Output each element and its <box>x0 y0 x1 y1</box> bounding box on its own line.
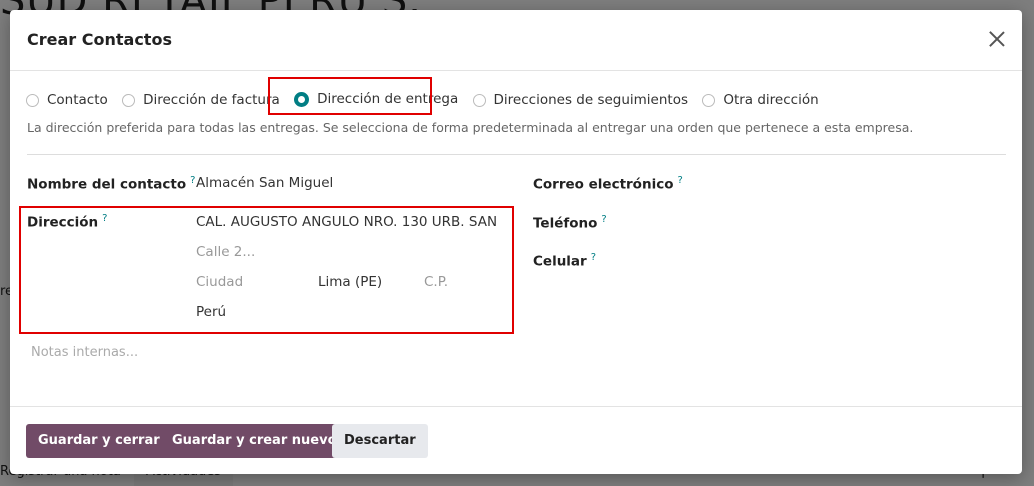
email-label: Correo electrónico? <box>533 175 683 193</box>
save-and-close-button[interactable]: Guardar y cerrar <box>26 424 172 458</box>
contact-name-label: Nombre del contacto? <box>27 175 196 193</box>
radio-direccion-factura[interactable]: Dirección de factura <box>122 91 280 109</box>
internal-notes-input[interactable]: Notas internas... <box>31 345 138 360</box>
modal-header: Crear Contactos <box>10 10 1022 71</box>
help-tooltip-icon[interactable]: ? <box>591 252 596 263</box>
radio-contacto[interactable]: Contacto <box>26 91 108 109</box>
address-highlight <box>19 206 514 334</box>
radio-label: Contacto <box>47 92 108 108</box>
address-type-help-text: La dirección preferida para todas las en… <box>27 120 914 135</box>
modal-title: Crear Contactos <box>27 30 172 49</box>
discard-button[interactable]: Descartar <box>332 424 428 458</box>
radio-direcciones-seguimientos[interactable]: Direcciones de seguimientos <box>472 91 689 109</box>
help-tooltip-icon[interactable]: ? <box>190 175 195 186</box>
create-contact-dialog: Crear Contactos Contacto Dirección de fa… <box>10 10 1022 474</box>
help-tooltip-icon[interactable]: ? <box>601 214 606 225</box>
radio-circle[interactable] <box>702 93 716 107</box>
mobile-label: Celular? <box>533 252 597 270</box>
delivery-address-highlight <box>268 77 432 115</box>
help-tooltip-icon[interactable]: ? <box>677 175 682 186</box>
save-and-new-button[interactable]: Guardar y crear nuevo <box>160 424 349 458</box>
radio-circle[interactable] <box>26 93 39 107</box>
close-icon[interactable] <box>986 28 1008 50</box>
radio-label: Direcciones de seguimientos <box>493 92 689 108</box>
divider <box>27 154 1006 155</box>
contact-name-input[interactable]: Almacén San Miguel <box>196 175 333 191</box>
radio-otra-direccion[interactable]: Otra dirección <box>702 91 819 109</box>
radio-circle[interactable] <box>122 93 136 107</box>
radio-circle[interactable] <box>472 93 486 107</box>
radio-label: Dirección de factura <box>143 92 280 108</box>
modal-footer-divider <box>10 406 1022 407</box>
radio-label: Otra dirección <box>723 92 819 108</box>
phone-label: Teléfono? <box>533 214 607 232</box>
